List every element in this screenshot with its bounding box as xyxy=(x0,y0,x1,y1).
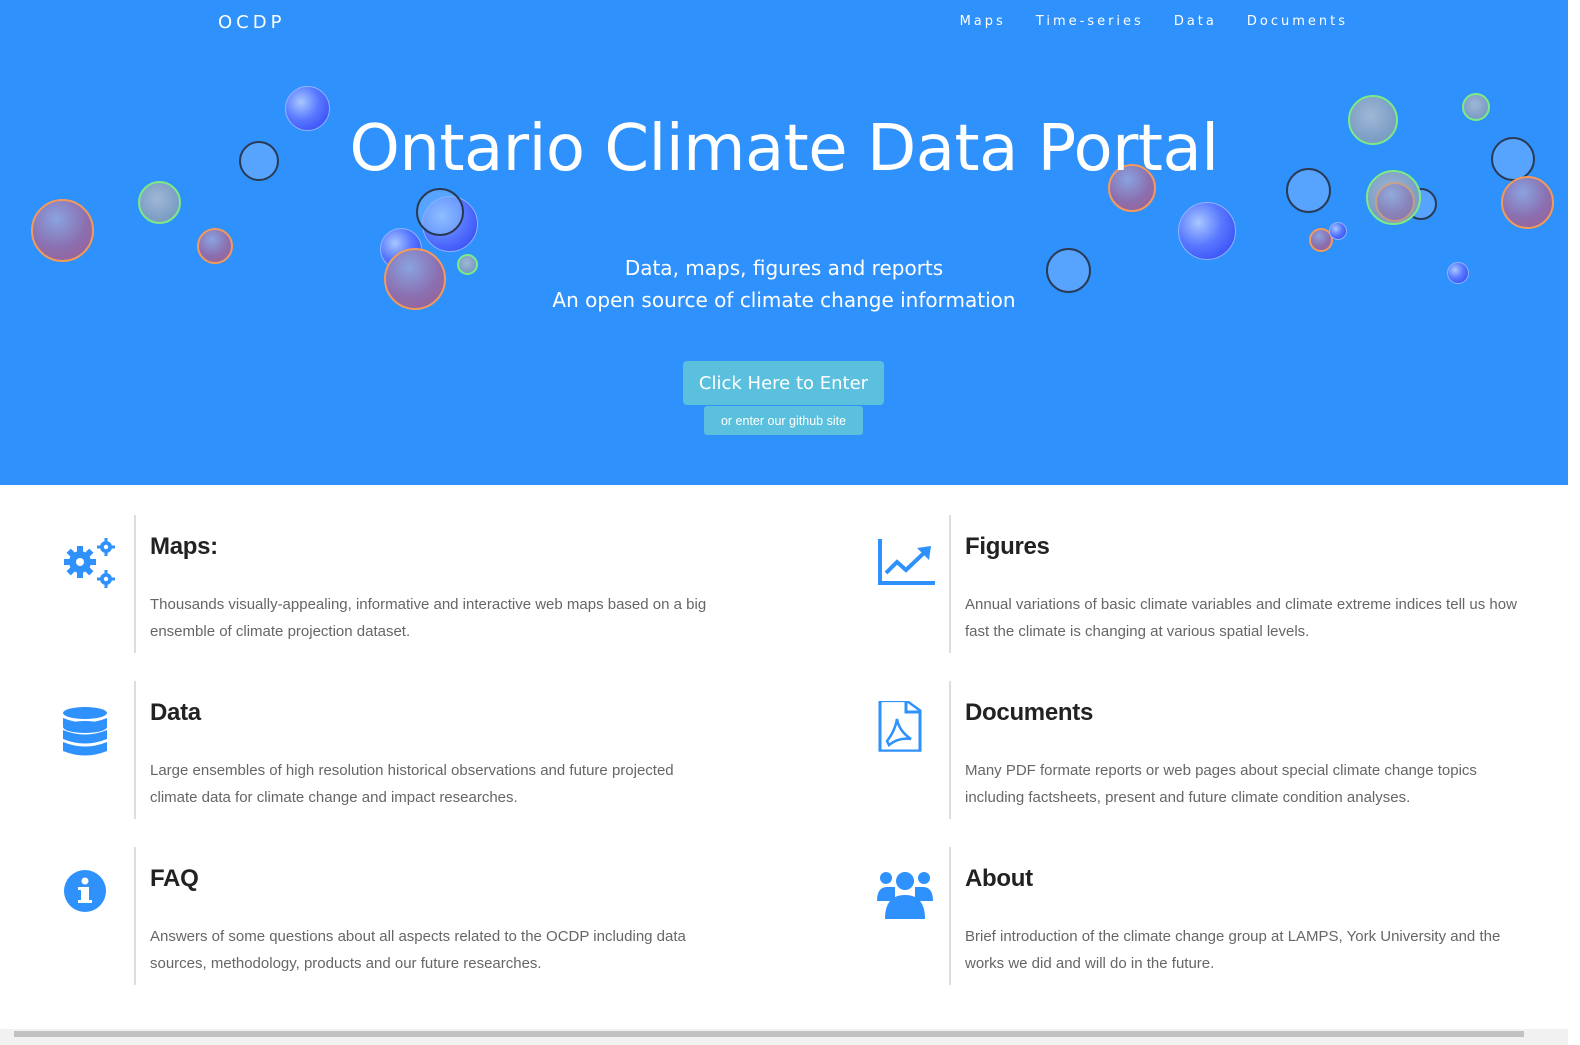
feature-description: Answers of some questions about all aspe… xyxy=(150,928,686,972)
feature-description: Large ensembles of high resolution histo… xyxy=(150,762,674,806)
feature-title: Figures xyxy=(965,533,1050,560)
page-title: Ontario Climate Data Portal xyxy=(349,112,1220,186)
database-icon xyxy=(60,701,120,761)
feature-card-documents[interactable]: Documents Many PDF formate reports or we… xyxy=(875,681,1575,821)
bubble-decoration xyxy=(138,181,181,224)
brand-logo[interactable]: OCDP xyxy=(218,12,285,33)
divider xyxy=(949,847,951,985)
feature-description: Many PDF formate reports or web pages ab… xyxy=(965,762,1477,806)
line-chart-icon xyxy=(875,535,935,595)
nav-item-time-series[interactable]: Time-series xyxy=(1036,14,1144,29)
bubble-decoration xyxy=(1375,182,1415,222)
hero-tagline: An open source of climate change informa… xyxy=(552,288,1016,312)
divider xyxy=(134,847,136,985)
feature-title: About xyxy=(965,865,1033,892)
nav-item-data[interactable]: Data xyxy=(1174,14,1217,29)
feature-description: Annual variations of basic climate varia… xyxy=(965,596,1517,640)
hero-subtitle: Data, maps, figures and reports xyxy=(624,256,944,280)
pdf-file-icon xyxy=(875,699,935,761)
feature-title: Maps: xyxy=(150,533,218,560)
feature-title: Documents xyxy=(965,699,1093,726)
top-nav: Maps Time-series Data Documents xyxy=(960,14,1348,29)
nav-item-documents[interactable]: Documents xyxy=(1247,14,1348,29)
bubble-decoration xyxy=(1329,222,1347,240)
bubble-decoration xyxy=(416,188,464,236)
feature-title: Data xyxy=(150,699,201,726)
bubble-decoration xyxy=(1178,202,1236,260)
divider xyxy=(949,515,951,653)
divider xyxy=(134,515,136,653)
feature-title: FAQ xyxy=(150,865,199,892)
feature-card-about[interactable]: About Brief introduction of the climate … xyxy=(875,847,1575,987)
nav-item-maps[interactable]: Maps xyxy=(960,14,1006,29)
feature-card-maps[interactable]: Maps: Thousands visually-appealing, info… xyxy=(60,515,760,655)
divider xyxy=(134,681,136,819)
bubble-decoration xyxy=(31,199,94,262)
divider xyxy=(949,681,951,819)
feature-card-figures[interactable]: Figures Annual variations of basic clima… xyxy=(875,515,1575,655)
feature-description: Brief introduction of the climate change… xyxy=(965,928,1501,972)
enter-button[interactable]: Click Here to Enter xyxy=(683,361,884,405)
github-button[interactable]: or enter our github site xyxy=(704,406,863,435)
feature-description: Thousands visually-appealing, informativ… xyxy=(150,596,707,640)
users-icon xyxy=(875,867,935,927)
feature-card-data[interactable]: Data Large ensembles of high resolution … xyxy=(60,681,760,821)
gears-icon xyxy=(60,535,120,595)
info-circle-icon xyxy=(60,867,120,927)
hero-banner: OCDP Maps Time-series Data Documents Ont… xyxy=(0,0,1568,485)
horizontal-scrollbar-thumb[interactable] xyxy=(14,1031,1524,1037)
feature-card-faq[interactable]: FAQ Answers of some questions about all … xyxy=(60,847,760,987)
